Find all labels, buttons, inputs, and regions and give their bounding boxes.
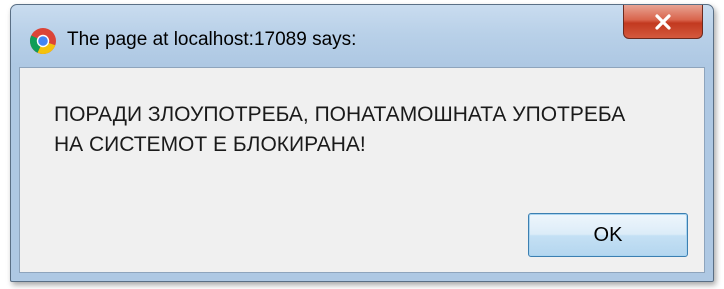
alert-message: ПОРАДИ ЗЛОУПОТРЕБА, ПОНАТАМОШНАТА УПОТРЕ… bbox=[54, 100, 694, 160]
dialog-title: The page at localhost:17089 says: bbox=[67, 29, 357, 50]
alert-dialog: The page at localhost:17089 says: ПОРАДИ… bbox=[10, 4, 714, 282]
close-icon bbox=[654, 13, 672, 30]
close-button[interactable] bbox=[623, 5, 703, 39]
ok-button[interactable]: OK bbox=[528, 213, 688, 257]
dialog-titlebar[interactable]: The page at localhost:17089 says: bbox=[11, 5, 713, 67]
message-line-1: ПОРАДИ ЗЛОУПОТРЕБА, ПОНАТАМОШНАТА УПОТРЕ… bbox=[54, 103, 626, 126]
chrome-icon bbox=[29, 27, 57, 55]
dialog-content: ПОРАДИ ЗЛОУПОТРЕБА, ПОНАТАМОШНАТА УПОТРЕ… bbox=[19, 67, 705, 273]
message-line-2: НА СИСТЕМОТ Е БЛОКИРАНА! bbox=[54, 133, 366, 156]
